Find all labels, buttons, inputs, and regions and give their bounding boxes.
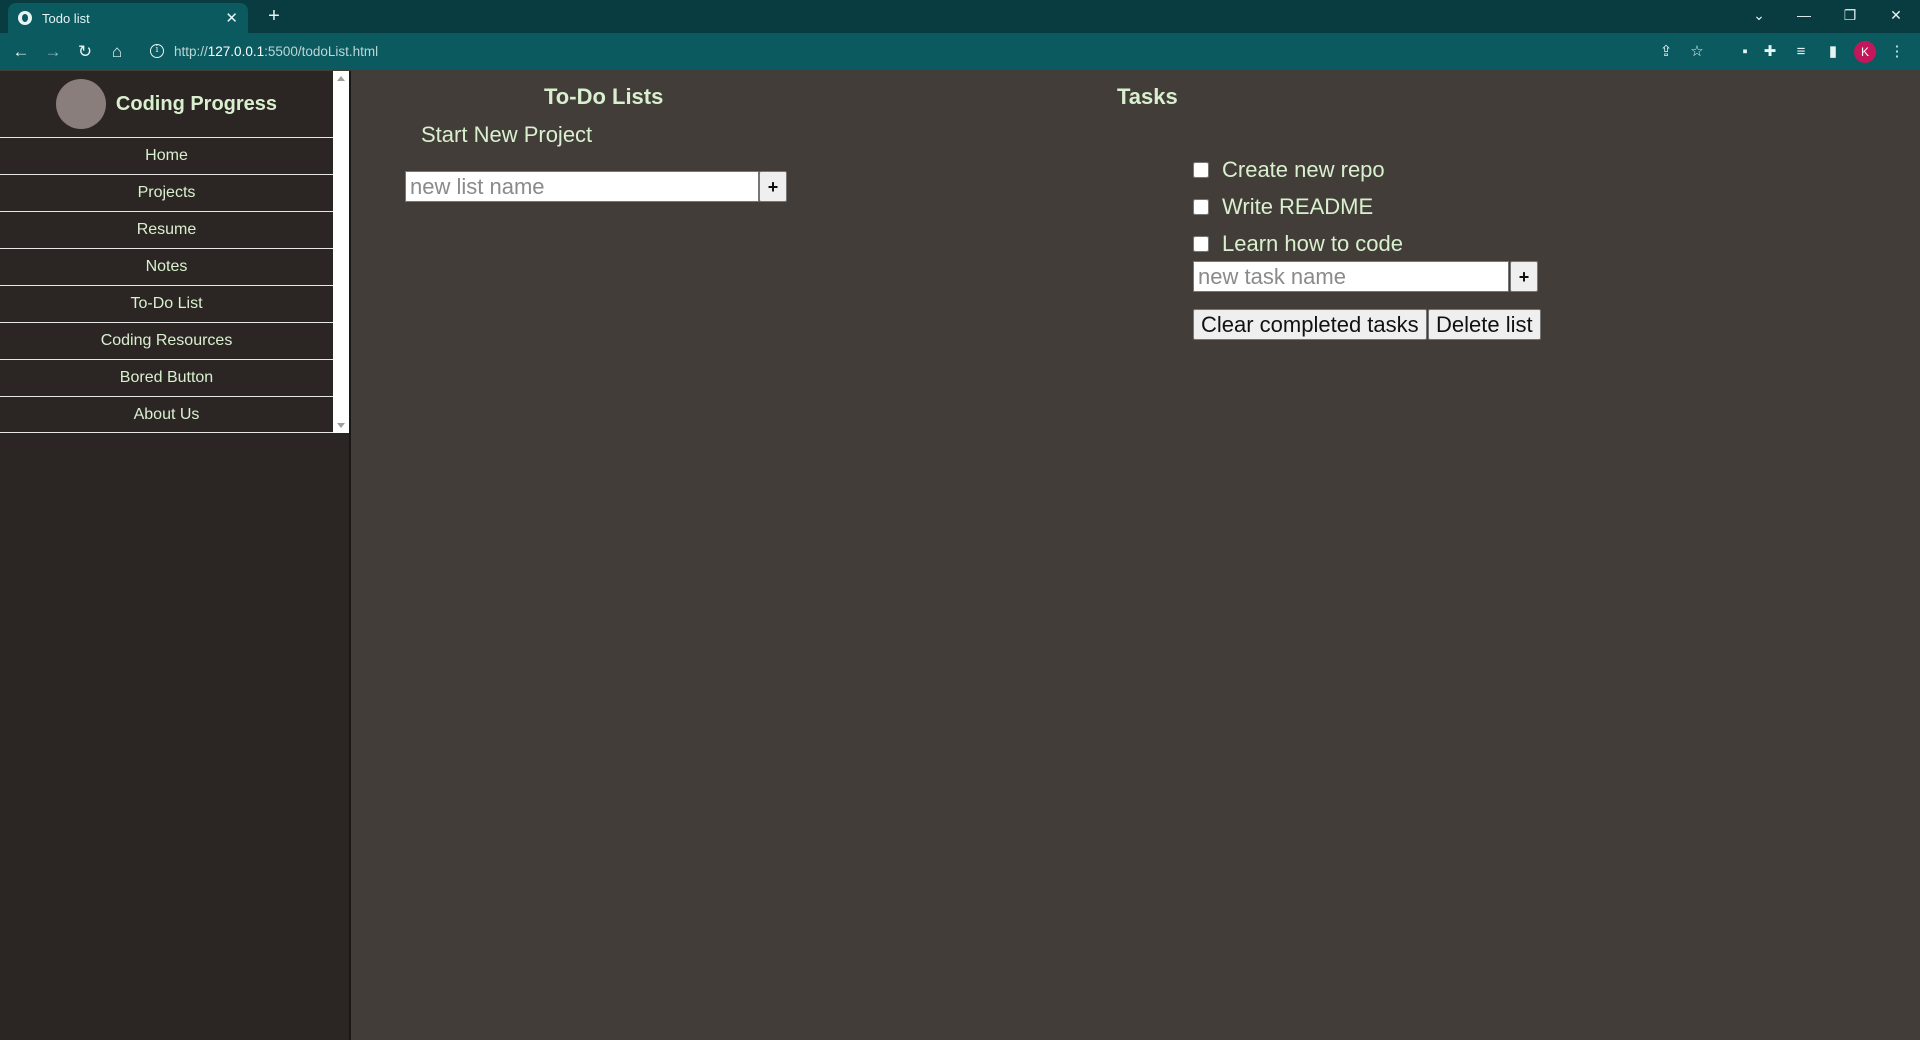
new-list-input[interactable]: [405, 171, 759, 202]
sidebar-item-todo-list[interactable]: To-Do List: [0, 285, 333, 322]
reading-list-icon[interactable]: ≡: [1790, 41, 1812, 63]
tab-search-icon[interactable]: ⌄: [1737, 0, 1781, 30]
task-checkbox[interactable]: [1193, 236, 1209, 252]
home-icon[interactable]: ⌂: [104, 39, 130, 65]
add-list-button[interactable]: +: [759, 171, 787, 202]
sidebar-item-bored-button[interactable]: Bored Button: [0, 359, 333, 396]
back-arrow-icon[interactable]: ←: [8, 39, 34, 65]
task-item[interactable]: Learn how to code: [1193, 229, 1403, 259]
scroll-down-icon[interactable]: [337, 423, 345, 428]
puzzle-icon[interactable]: ✚: [1759, 41, 1781, 63]
url-prefix: http://: [174, 43, 208, 59]
sidebar-scrollbar[interactable]: [333, 71, 349, 433]
scroll-up-icon[interactable]: [337, 76, 345, 81]
sidebar-item-about-us[interactable]: About Us: [0, 396, 333, 433]
sidebar-item-home[interactable]: Home: [0, 137, 333, 174]
browser-tab[interactable]: Todo list ✕: [8, 3, 248, 33]
sidebar: Coding Progress Home Projects Resume Not…: [0, 71, 351, 1040]
browser-toolbar: ← → ↻ ⌂ i http://127.0.0.1:5500/todoList…: [0, 33, 1920, 70]
share-icon[interactable]: ⇪: [1655, 41, 1677, 63]
forward-arrow-icon[interactable]: →: [40, 39, 66, 65]
globe-icon: [18, 11, 32, 25]
sidebar-item-resume[interactable]: Resume: [0, 211, 333, 248]
browser-tab-bar: Todo list ✕ + ⌄ — ❐ ✕: [0, 0, 1920, 33]
url-path: :5500/todoList.html: [264, 43, 379, 59]
task-item[interactable]: Write README: [1193, 192, 1373, 222]
new-tab-button[interactable]: +: [262, 5, 286, 29]
url-host: 127.0.0.1: [207, 43, 265, 59]
profile-avatar[interactable]: K: [1854, 41, 1876, 63]
sidebar-item-notes[interactable]: Notes: [0, 248, 333, 285]
tab-close-icon[interactable]: ✕: [225, 9, 238, 27]
more-menu-icon[interactable]: ⋮: [1886, 41, 1908, 63]
sidebar-item-projects[interactable]: Projects: [0, 174, 333, 211]
brand-title: Coding Progress: [115, 92, 278, 115]
site-info-icon[interactable]: i: [150, 44, 164, 58]
bookmark-star-icon[interactable]: ☆: [1686, 41, 1708, 63]
task-label: Write README: [1222, 194, 1374, 219]
task-item[interactable]: Create new repo: [1193, 155, 1385, 185]
window-close-icon[interactable]: ✕: [1874, 0, 1918, 30]
new-task-input[interactable]: [1193, 261, 1509, 292]
minimize-icon[interactable]: —: [1782, 0, 1826, 30]
reload-icon[interactable]: ↻: [72, 39, 98, 65]
task-checkbox[interactable]: [1193, 199, 1209, 215]
avatar: [55, 79, 106, 129]
clear-completed-button[interactable]: Clear completed tasks: [1193, 309, 1427, 340]
delete-list-button[interactable]: Delete list: [1428, 309, 1541, 340]
address-bar[interactable]: i http://127.0.0.1:5500/todoList.html: [140, 37, 1700, 65]
sidebar-nav: Home Projects Resume Notes To-Do List Co…: [0, 137, 333, 433]
start-new-project-link[interactable]: Start New Project: [421, 122, 592, 148]
lists-title: To-Do Lists: [544, 84, 664, 109]
task-label: Create new repo: [1222, 157, 1385, 182]
add-task-button[interactable]: +: [1510, 261, 1538, 292]
restore-icon[interactable]: ❐: [1828, 0, 1872, 30]
task-checkbox[interactable]: [1193, 162, 1209, 178]
task-label: Learn how to code: [1222, 231, 1404, 256]
side-panel-icon[interactable]: ▮: [1822, 41, 1844, 63]
brand: Coding Progress: [0, 71, 333, 137]
tasks-title: Tasks: [1117, 84, 1178, 109]
tab-title: Todo list: [42, 10, 90, 26]
main-content: To-Do Lists Tasks Start New Project + Cr…: [353, 71, 1920, 1040]
sidebar-item-coding-resources[interactable]: Coding Resources: [0, 322, 333, 359]
extension-icon[interactable]: ▪: [1734, 41, 1756, 63]
